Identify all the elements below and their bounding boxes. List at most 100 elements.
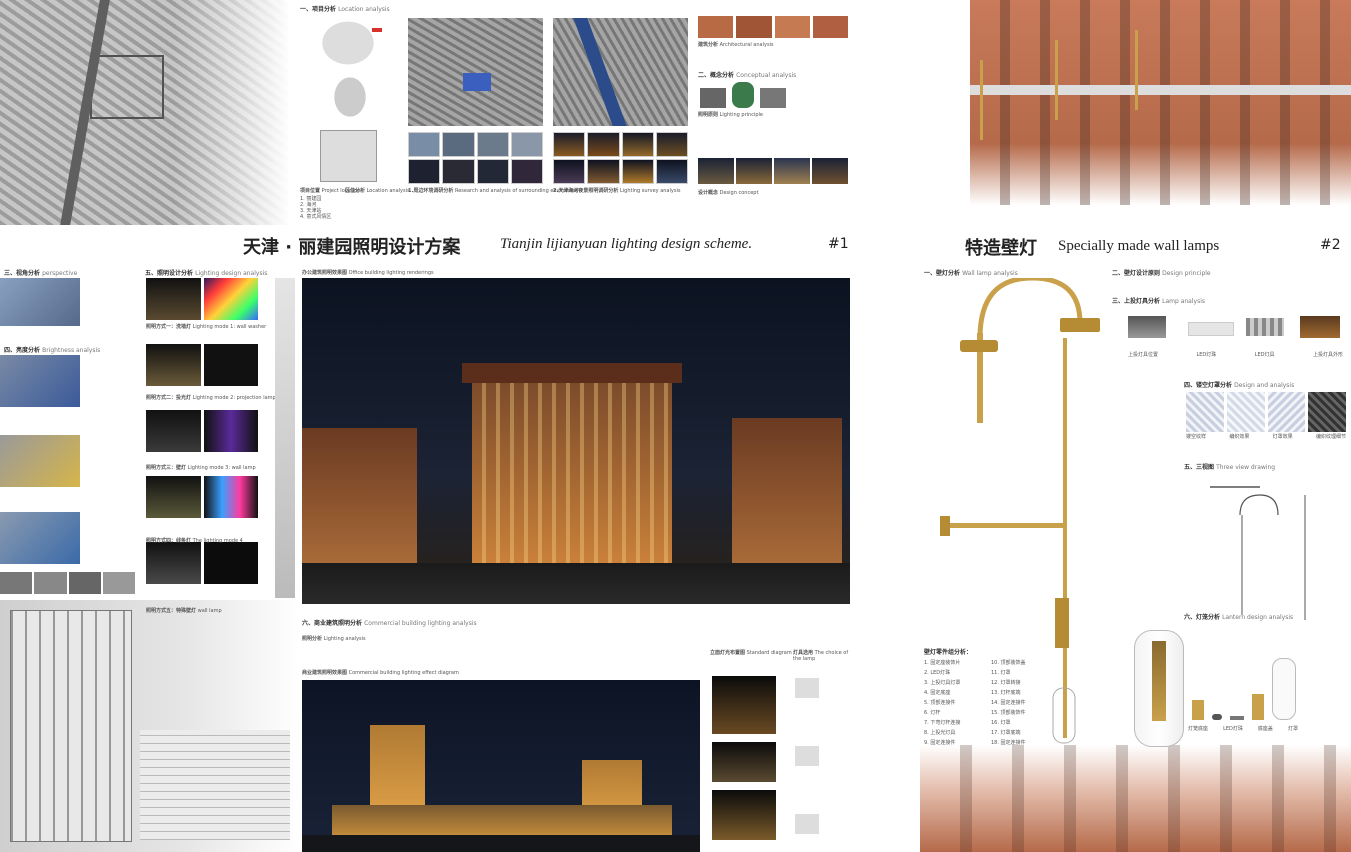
left-building — [302, 428, 417, 563]
podium — [332, 805, 672, 835]
elevation-annot-label: 灯具选用 The choice of the lamp — [793, 650, 849, 662]
lamp-thumb — [795, 678, 819, 698]
standard-lamp-label: 立面灯光布置图 Standard diagram — [710, 650, 792, 656]
side-view-arch — [1239, 494, 1279, 516]
three-view-drawing — [1210, 486, 1306, 620]
elevation-strip — [275, 278, 295, 598]
river-line — [573, 18, 627, 126]
sec3-title: 三、视角分析 perspective — [4, 270, 78, 277]
site-highlight — [463, 73, 491, 91]
method5-label: 照明方式五：特殊壁灯 wall lamp — [146, 608, 222, 614]
method4-label: 照明方式四：线条灯 The lighting mode 4 — [146, 538, 243, 544]
night-photos — [553, 132, 688, 184]
lantern-labels: 灯笼底座 LED灯珠 底座盖 灯罩 — [1188, 726, 1298, 732]
china-map — [318, 18, 378, 68]
bottom-facade — [920, 745, 1351, 852]
shade-photo — [1186, 392, 1224, 432]
concept-cylinder — [732, 82, 754, 108]
uplight-diagram — [1128, 310, 1343, 350]
design-concept-label: 设计概念 Design concept — [698, 190, 759, 196]
shade-photo — [1308, 392, 1346, 432]
elevation-thumb — [712, 742, 776, 782]
lantern-part — [1192, 700, 1204, 720]
map-legend: 1. 丽建园 2. 海河 3. 天津站 4. 意式风情区 — [300, 196, 332, 220]
title-cn-1: 天津 · 丽建园照明设计方案 — [243, 237, 461, 258]
false-color-thumb — [203, 476, 258, 518]
mansard-roof — [462, 363, 682, 383]
night-photo — [553, 159, 586, 184]
env-photo — [476, 132, 509, 157]
false-color-thumb — [203, 410, 258, 452]
lower-arm — [945, 523, 1065, 528]
night-photo — [587, 132, 620, 157]
bottom-pilasters — [920, 745, 1351, 852]
pilaster-pattern — [970, 0, 1351, 205]
concept-photo — [698, 158, 734, 184]
b2-sec6-title: 六、灯笼分析 Lantern design analysis — [1184, 614, 1294, 621]
env-photos — [408, 132, 543, 184]
uplight-shape — [1300, 316, 1340, 338]
sec4-title: 四、亮度分析 Brightness analysis — [4, 347, 101, 354]
board-1: 一、项目分析 Location analysis 项目位置 Project lo… — [0, 0, 855, 852]
right-building — [732, 418, 842, 563]
concept-block — [760, 88, 786, 108]
title-en-2: Specially made wall lamps — [1058, 238, 1220, 254]
thumb — [68, 572, 101, 594]
sec2-title: 二、概念分析 Conceptual analysis — [698, 72, 797, 79]
wall-bracket — [940, 516, 950, 536]
title-cn-2: 特造壁灯 — [965, 238, 1037, 259]
lamp-labels: 上投灯具位置 LED灯珠 LED灯具 上投灯具外形 — [1128, 352, 1343, 358]
facade-photo — [970, 0, 1351, 205]
lantern-big — [1134, 630, 1184, 747]
night-photo — [655, 159, 688, 184]
brightness-model-3 — [0, 512, 80, 564]
site-outline — [90, 55, 164, 119]
shade-photo — [1267, 392, 1306, 432]
false-color-thumb — [203, 344, 258, 386]
env-photo — [408, 159, 441, 184]
legend-red-swatch — [372, 28, 382, 32]
env-photo — [408, 132, 441, 157]
board-number-1: #1 — [828, 236, 849, 252]
uplight-box — [1128, 316, 1166, 338]
b2-sec3-title: 三、上投灯具分析 Lamp analysis — [1112, 298, 1205, 305]
cornice — [970, 85, 1351, 95]
building-photo — [812, 16, 848, 38]
wall-lamp-photo — [1055, 40, 1058, 120]
lighting-analysis-label: 照明分析 Lighting analysis — [302, 636, 366, 642]
elevation-thumb — [712, 676, 776, 734]
concept-diagram — [700, 80, 790, 110]
ground — [302, 563, 850, 604]
concept-photo — [812, 158, 848, 184]
building-photo — [698, 16, 734, 38]
lantern-part — [1230, 716, 1244, 720]
office-rendering-label: 办公建筑照明效果图 Office building lighting rende… — [302, 270, 434, 276]
b2-sec5-title: 五、三视图 Three view drawing — [1184, 464, 1276, 471]
uplight-head — [1060, 318, 1100, 332]
sketch-facade — [10, 610, 132, 842]
sketch-street — [140, 730, 290, 840]
lantern-shade — [1272, 658, 1296, 720]
env-photo — [476, 159, 509, 184]
shade-photos — [1186, 392, 1346, 432]
concept-photos — [698, 158, 848, 184]
site-plan-small — [320, 130, 377, 182]
night-photo — [587, 159, 620, 184]
render-thumb — [146, 344, 201, 386]
b2-sec1-title: 一、壁灯分析 Wall lamp analysis — [924, 270, 1018, 277]
title-en-1: Tianjin lijianyuan lighting design schem… — [500, 236, 753, 252]
night-photo — [655, 132, 688, 157]
thumb-row — [0, 572, 135, 594]
env-photo — [510, 159, 543, 184]
office-rendering — [302, 278, 850, 604]
aerial-map — [0, 0, 290, 225]
elevation-thumbs — [712, 676, 776, 840]
render-thumb — [146, 476, 201, 518]
concept-photo — [736, 158, 772, 184]
perspective-model — [0, 278, 80, 326]
lamp-thumb — [795, 746, 819, 766]
night-photo — [553, 132, 586, 157]
lighting-principle-label: 照明原则 Lighting principle — [698, 112, 763, 118]
render-thumb — [146, 410, 201, 452]
lantern-part — [1252, 694, 1264, 720]
